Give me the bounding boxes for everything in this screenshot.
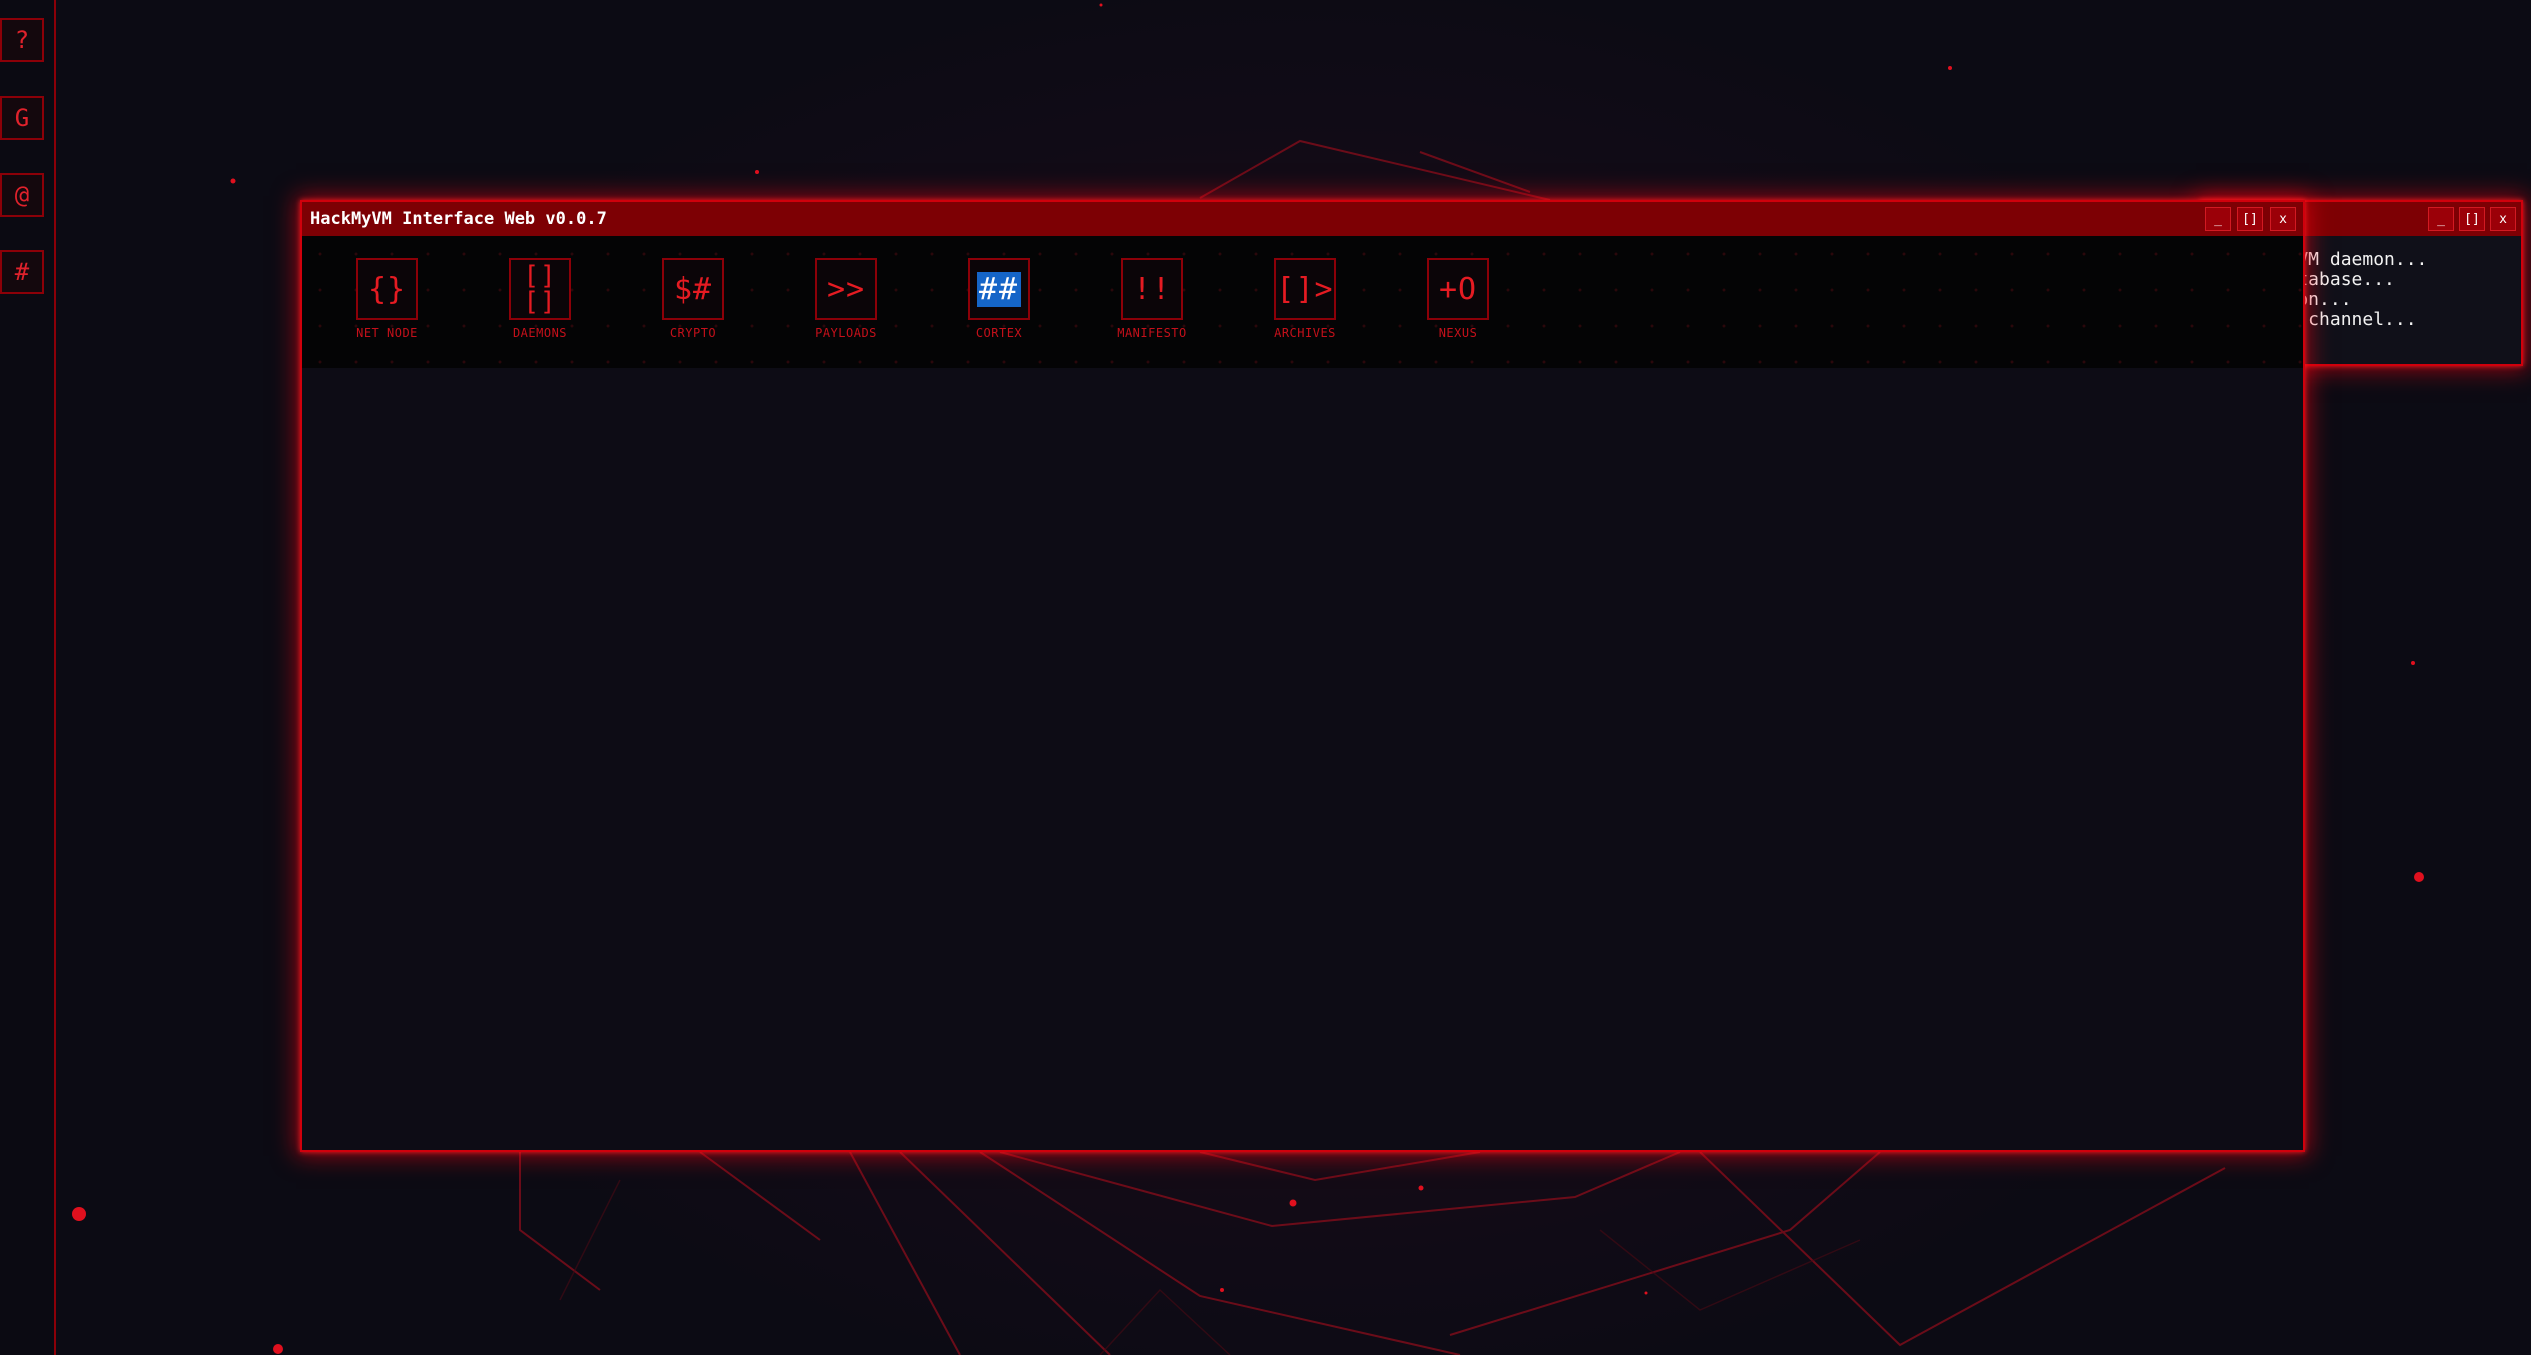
g-icon: G (14, 104, 30, 132)
selected-glyph: ## (976, 271, 1022, 307)
close-button[interactable]: x (2270, 207, 2296, 231)
hash-icon: # (14, 258, 30, 286)
app-label: NET NODE (356, 326, 418, 340)
console-maximize-button[interactable]: [] (2459, 207, 2485, 231)
help-icon: ? (14, 26, 30, 54)
at-icon: @ (14, 181, 30, 209)
app-label: PAYLOADS (815, 326, 877, 340)
brackets-top-glyph: [] (523, 261, 557, 291)
app-nexus[interactable]: +O NEXUS (1383, 258, 1533, 358)
bracket-arrow-icon: []> (1274, 258, 1336, 320)
double-bang-icon: !! (1121, 258, 1183, 320)
app-label: MANIFESTO (1117, 326, 1187, 340)
app-label: CRYPTO (669, 326, 717, 340)
minimize-button[interactable]: _ (2205, 207, 2231, 231)
app-crypto[interactable]: $# CRYPTO (618, 258, 768, 358)
app-cortex[interactable]: ## CORTEX (924, 258, 1074, 358)
console-minimize-button[interactable]: _ (2428, 207, 2454, 231)
hash-dock-button[interactable]: # (0, 250, 44, 294)
console-close-button[interactable]: x (2490, 207, 2516, 231)
app-label: DAEMONS (512, 326, 568, 340)
app-net-node[interactable]: {} NET NODE (312, 258, 462, 358)
app-label: CORTEX (975, 326, 1023, 340)
app-launcher-bar: {} NET NODE [] [] DAEMONS $# CRYPTO >> P… (302, 236, 2303, 368)
window-title: HackMyVM Interface Web v0.0.7 (310, 209, 607, 229)
at-dock-button[interactable]: @ (0, 173, 44, 217)
main-window: HackMyVM Interface Web v0.0.7 _ [] x {} … (300, 200, 2305, 1152)
double-hash-icon: ## (968, 258, 1030, 320)
app-manifesto[interactable]: !! MANIFESTO (1077, 258, 1227, 358)
app-label: NEXUS (1438, 326, 1478, 340)
left-dock: ? G @ # (0, 0, 56, 1355)
maximize-button[interactable]: [] (2237, 207, 2263, 231)
app-label: ARCHIVES (1274, 326, 1336, 340)
brackets-stack-icon: [] [] (509, 258, 571, 320)
dollar-hash-icon: $# (662, 258, 724, 320)
brackets-bottom-glyph: [] (523, 287, 557, 317)
main-titlebar[interactable]: HackMyVM Interface Web v0.0.7 _ [] x (302, 202, 2303, 237)
g-dock-button[interactable]: G (0, 96, 44, 140)
app-payloads[interactable]: >> PAYLOADS (771, 258, 921, 358)
help-dock-button[interactable]: ? (0, 18, 44, 62)
window-content-area (302, 368, 2303, 1150)
app-daemons[interactable]: [] [] DAEMONS (465, 258, 615, 358)
braces-icon: {} (356, 258, 418, 320)
app-archives[interactable]: []> ARCHIVES (1230, 258, 1380, 358)
double-chevron-icon: >> (815, 258, 877, 320)
plus-circle-icon: +O (1427, 258, 1489, 320)
desktop: ? G @ # _ [] x ckMyVM daemon... l databa… (0, 0, 2531, 1355)
